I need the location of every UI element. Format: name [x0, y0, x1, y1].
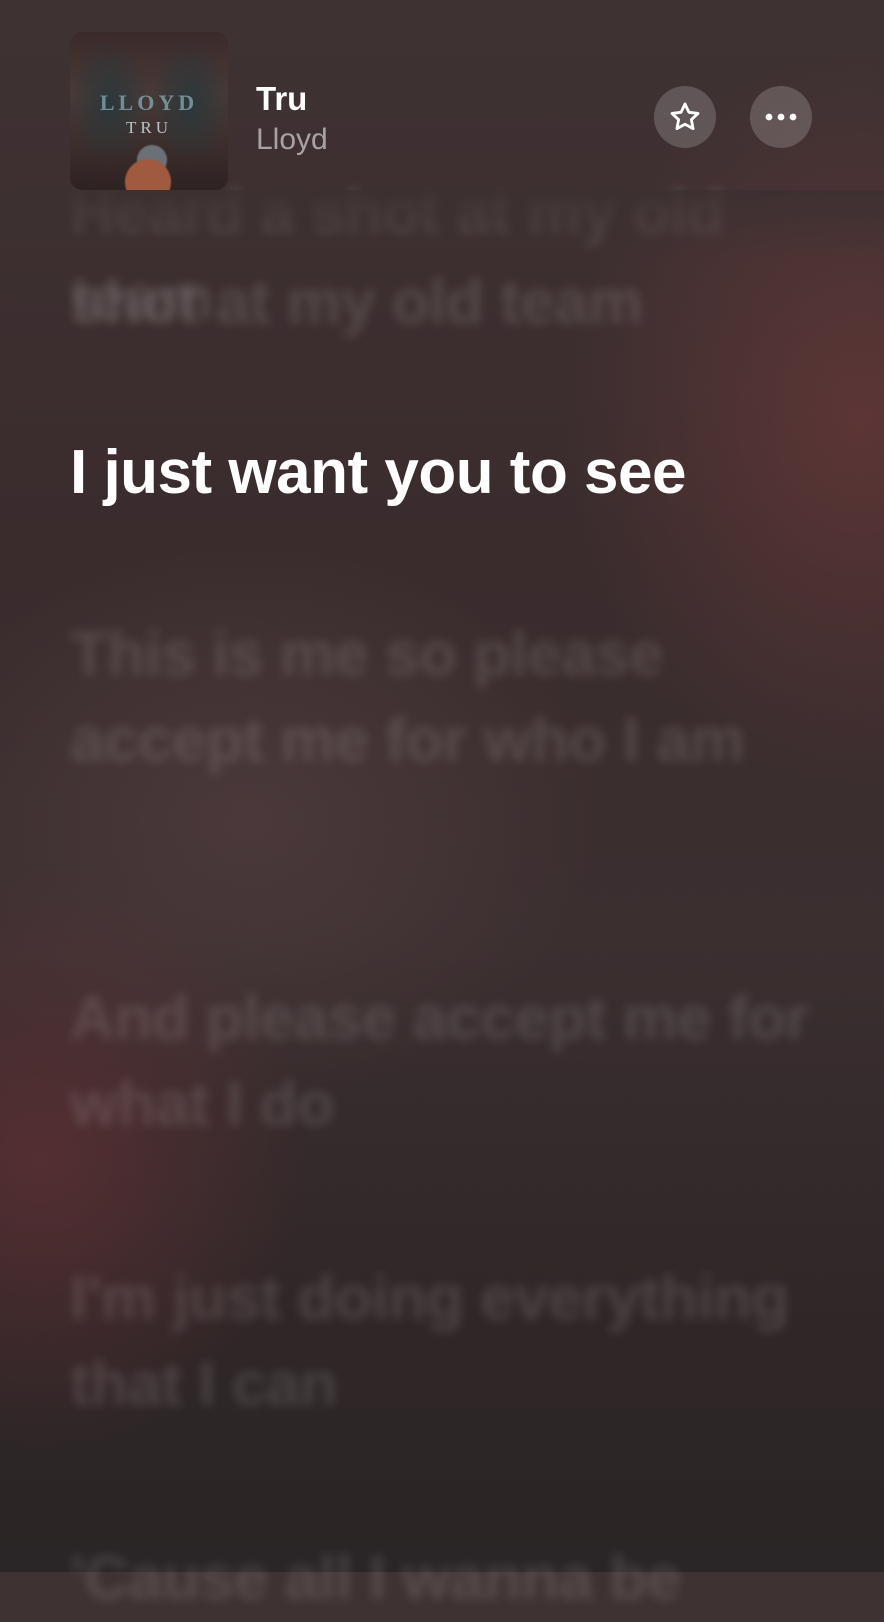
lyric-line-next-2[interactable]: And please accept me for what I do	[70, 976, 830, 1148]
lyric-line-next-3[interactable]: I'm just doing everything that I can	[70, 1256, 830, 1428]
lyric-line-next-4[interactable]: 'Cause all I wanna be	[70, 1536, 830, 1622]
favorite-button[interactable]	[654, 86, 716, 148]
more-options-button[interactable]	[750, 86, 812, 148]
star-icon	[670, 102, 700, 131]
header-fade	[0, 190, 884, 260]
song-title[interactable]: Tru	[256, 80, 307, 118]
ellipsis-icon	[765, 113, 797, 121]
album-cover[interactable]: LLOYD TRU	[70, 32, 228, 190]
lyric-line-next-1[interactable]: This is me so please accept me for who I…	[70, 612, 830, 784]
lyric-line-current[interactable]: I just want you to see	[70, 430, 830, 516]
cover-artist-text: LLOYD	[99, 90, 199, 115]
now-playing-header: LLOYD TRU Tru Lloyd	[0, 0, 884, 200]
lyric-line-previous[interactable]: shot at my old team	[70, 260, 830, 346]
cover-title-text: TRU	[126, 118, 172, 137]
song-artist[interactable]: Lloyd	[256, 123, 328, 157]
